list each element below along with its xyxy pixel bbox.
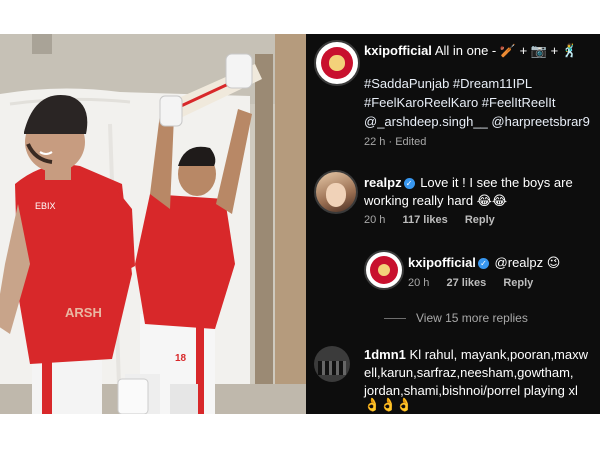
jersey-text: ARSH xyxy=(65,305,102,320)
comment-emoji: 👌👌👌 xyxy=(364,397,413,412)
verified-badge-icon: ✓ xyxy=(403,178,415,190)
reply-username[interactable]: kxipofficial xyxy=(408,255,476,270)
comment-text-2: working really hard 😂😂 xyxy=(364,193,508,208)
comment-username[interactable]: realpz xyxy=(364,175,402,190)
comment-time: 20 h xyxy=(364,214,386,226)
post-edited: · Edited xyxy=(388,136,427,148)
post-time: 22 h xyxy=(364,136,386,148)
kxip-reply-avatar[interactable] xyxy=(364,250,404,290)
comment-likes[interactable]: 117 likes xyxy=(402,214,447,226)
kxip-avatar[interactable] xyxy=(314,40,360,86)
comment-meta: 20 h 117 likes Reply xyxy=(364,214,495,226)
comment-username[interactable]: 1dmn1 xyxy=(364,347,406,362)
kxip-logo-icon xyxy=(369,255,399,285)
view-more-label: View 15 more replies xyxy=(416,311,528,325)
reply-meta: 20 h 27 likes Reply xyxy=(408,277,533,289)
post-mentions[interactable]: @_arshdeep.singh__ @harpreetsbrar9 xyxy=(364,113,590,131)
post-hashtags-2[interactable]: #FeelKaroReelKaro #FeelItReelIt xyxy=(364,94,556,112)
realpz-face xyxy=(325,182,347,208)
post-username[interactable]: kxipofficial xyxy=(364,43,432,58)
post-hashtags-1[interactable]: #SaddaPunjab #Dream11IPL xyxy=(364,75,532,93)
post-caption: kxipofficial All in one - 🏏 + 📷 + 🕺 xyxy=(364,42,600,60)
jersey-number: 18 xyxy=(175,353,187,364)
comment-text-1: Kl rahul, mayank,pooran,maxw xyxy=(409,347,589,362)
reply-likes[interactable]: 27 likes xyxy=(446,277,486,289)
reply-text: @realpz 😉 xyxy=(494,255,561,270)
dash-divider xyxy=(384,318,406,320)
view-more-replies[interactable]: View 15 more replies xyxy=(384,311,528,325)
comment-text-2: ell,karun,sarfraz,neesham,gowtham, xyxy=(364,365,574,380)
post-photo[interactable]: ARSH EBIX 18 xyxy=(0,34,306,414)
reply-kxip: kxipofficial ✓ @realpz 😉 xyxy=(408,254,600,272)
kxip-logo-icon xyxy=(320,46,354,80)
1dmn1-avatar[interactable] xyxy=(314,346,350,382)
comment-realpz: realpz ✓ Love it ! I see the boys are xyxy=(364,174,600,192)
reply-reply-button[interactable]: Reply xyxy=(503,277,533,289)
verified-badge-icon: ✓ xyxy=(477,258,489,270)
comment-text-1: Love it ! I see the boys are xyxy=(420,175,573,190)
photo-illustration: ARSH EBIX 18 xyxy=(0,34,306,414)
post-meta: 22 h · Edited xyxy=(364,136,426,148)
jersey-sponsor: EBIX xyxy=(35,201,56,211)
realpz-avatar[interactable] xyxy=(314,170,358,214)
comment-1dmn1: 1dmn1 Kl rahul, mayank,pooran,maxw xyxy=(364,346,588,364)
post-caption-text: All in one - 🏏 + 📷 + 🕺 xyxy=(434,43,579,58)
group-photo-icon xyxy=(317,360,347,376)
reply-time: 20 h xyxy=(408,277,430,289)
reply-button[interactable]: Reply xyxy=(465,214,495,226)
comments-panel: kxipofficial All in one - 🏏 + 📷 + 🕺 #Sad… xyxy=(306,34,600,414)
